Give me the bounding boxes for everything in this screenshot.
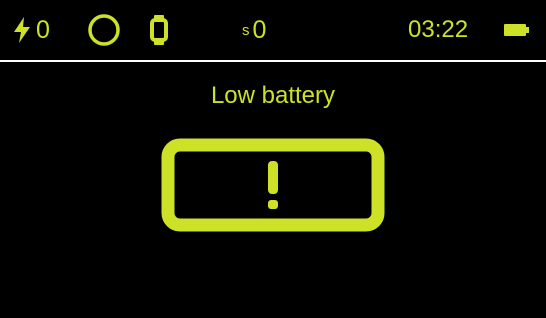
ring-icon (86, 0, 122, 60)
charge-icon (12, 0, 32, 60)
steps-prefix: s (242, 21, 250, 39)
steps-indicator: s 0 (242, 0, 266, 60)
clock-time: 03:22 (408, 16, 469, 43)
steps-count: 0 (252, 15, 267, 44)
low-battery-title: Low battery (210, 82, 336, 109)
battery-icon (503, 0, 531, 60)
empty-battery-warning-icon (161, 138, 385, 232)
device-screen: 0 s 0 03:22 Low battery (0, 0, 546, 318)
watch-icon (150, 0, 168, 60)
status-bar: 0 s 0 03:22 (0, 0, 546, 62)
charge-count: 0 (36, 15, 50, 44)
